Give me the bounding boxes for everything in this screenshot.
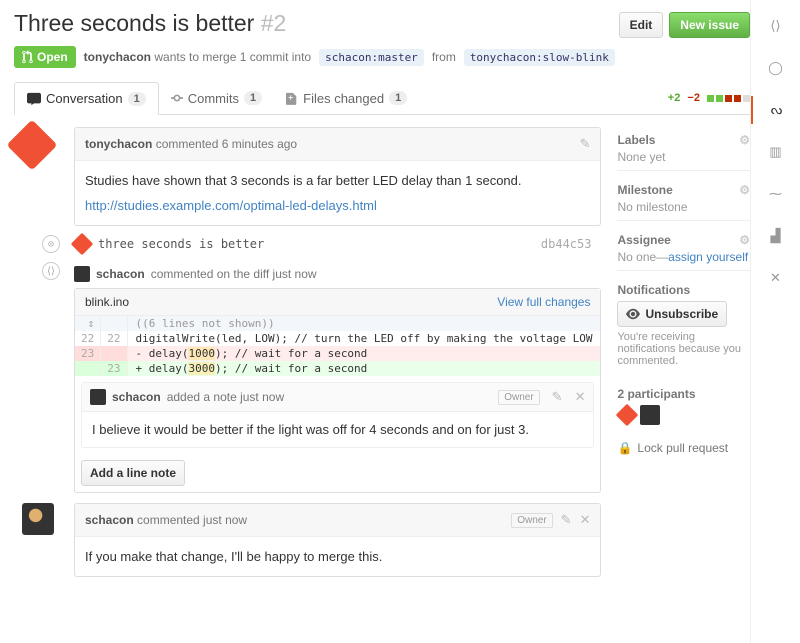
avatar[interactable] <box>90 389 106 405</box>
gear-icon[interactable]: ⚙ <box>739 183 750 197</box>
owner-badge: Owner <box>498 390 539 405</box>
file-diff-icon <box>286 91 298 105</box>
gear-icon[interactable]: ⚙ <box>739 233 750 247</box>
participant-avatar[interactable] <box>640 405 660 425</box>
comment-author[interactable]: schacon <box>96 267 145 281</box>
unsubscribe-button[interactable]: Unsubscribe <box>617 301 727 327</box>
note-body: I believe it would be better if the ligh… <box>82 412 593 447</box>
tab-commits[interactable]: Commits 1 <box>159 83 274 114</box>
comment-link[interactable]: http://studies.example.com/optimal-led-d… <box>85 198 377 213</box>
diffstat: +2 −2 <box>668 92 750 104</box>
eye-icon <box>626 308 640 320</box>
pencil-icon[interactable]: ✎ <box>561 512 572 528</box>
state-badge: Open <box>14 46 76 68</box>
participant-avatar[interactable] <box>616 404 639 427</box>
issue-number: #2 <box>261 10 287 36</box>
labels-value: None yet <box>617 150 750 164</box>
commit-icon: ⊙ <box>42 235 60 253</box>
comment: tonychacon commented 6 minutes ago ✎ Stu… <box>74 127 601 226</box>
notifications-heading: Notifications <box>617 283 690 297</box>
diff-table: ⇕((6 lines not shown)) 2222 digitalWrite… <box>75 316 600 376</box>
notifications-note: You're receiving notifications because y… <box>617 331 750 367</box>
pull-request-icon <box>22 50 33 64</box>
milestone-heading: Milestone <box>617 183 672 197</box>
comment-author[interactable]: schacon <box>85 513 134 527</box>
nav-pulse-icon[interactable]: ⁓ <box>751 180 800 208</box>
gear-icon[interactable]: ⚙ <box>739 133 750 147</box>
tab-conversation[interactable]: Conversation 1 <box>14 82 159 115</box>
assignee-heading: Assignee <box>617 233 670 247</box>
view-full-changes-link[interactable]: View full changes <box>497 295 590 309</box>
comment: schacon commented just now Owner ✎ ✕ If … <box>74 503 601 577</box>
diff-filename: blink.ino <box>85 295 129 309</box>
close-icon[interactable]: ✕ <box>575 389 586 405</box>
diff-comment: blink.ino View full changes ⇕((6 lines n… <box>74 288 601 493</box>
nav-issues-icon[interactable]: ◯ <box>751 54 800 82</box>
avatar[interactable] <box>22 503 54 535</box>
pencil-icon[interactable]: ✎ <box>552 389 563 405</box>
comment-text: Studies have shown that 3 seconds is a f… <box>85 173 590 188</box>
comment-icon <box>27 92 41 106</box>
lock-pull-request-link[interactable]: 🔒 Lock pull request <box>617 441 750 455</box>
code-icon: ⟨⟩ <box>42 262 60 280</box>
edit-button[interactable]: Edit <box>619 12 664 38</box>
comment-text: If you make that change, I'll be happy t… <box>75 537 600 576</box>
nav-wiki-icon[interactable]: ▥ <box>751 138 800 166</box>
expand-icon[interactable]: ⇕ <box>75 316 101 331</box>
commit-icon <box>171 91 183 105</box>
milestone-value: No milestone <box>617 200 750 214</box>
avatar[interactable] <box>7 120 58 171</box>
pr-author[interactable]: tonychacon <box>84 50 151 64</box>
nav-settings-icon[interactable]: ✕ <box>751 264 800 292</box>
tab-files-changed[interactable]: Files changed 1 <box>274 83 419 114</box>
avatar[interactable] <box>74 266 90 282</box>
new-issue-button[interactable]: New issue <box>669 12 750 38</box>
close-icon[interactable]: ✕ <box>580 512 591 528</box>
assign-yourself-link[interactable]: assign yourself <box>668 250 748 264</box>
participants-heading: 2 participants <box>617 387 695 401</box>
nav-graphs-icon[interactable]: ▟ <box>751 222 800 250</box>
head-branch[interactable]: tonychacon:slow-blink <box>464 49 615 66</box>
nav-pull-requests-icon[interactable]: ᔓ <box>751 96 800 124</box>
labels-heading: Labels <box>617 133 655 147</box>
base-branch[interactable]: schacon:master <box>319 49 424 66</box>
commit-message[interactable]: three seconds is better <box>98 237 264 251</box>
add-line-note-button[interactable]: Add a line note <box>81 460 185 486</box>
pr-meta: Open tonychacon wants to merge 1 commit … <box>14 46 750 68</box>
note-author[interactable]: schacon <box>112 390 161 404</box>
avatar[interactable] <box>71 233 94 256</box>
lock-icon: 🔒 <box>617 441 632 455</box>
page-title: Three seconds is better #2 <box>14 10 619 37</box>
commit-sha[interactable]: db44c53 <box>541 237 602 251</box>
pencil-icon[interactable]: ✎ <box>580 136 591 152</box>
owner-badge: Owner <box>511 513 552 528</box>
nav-code-icon[interactable]: ⟨⟩ <box>751 12 800 40</box>
comment-author[interactable]: tonychacon <box>85 137 152 151</box>
